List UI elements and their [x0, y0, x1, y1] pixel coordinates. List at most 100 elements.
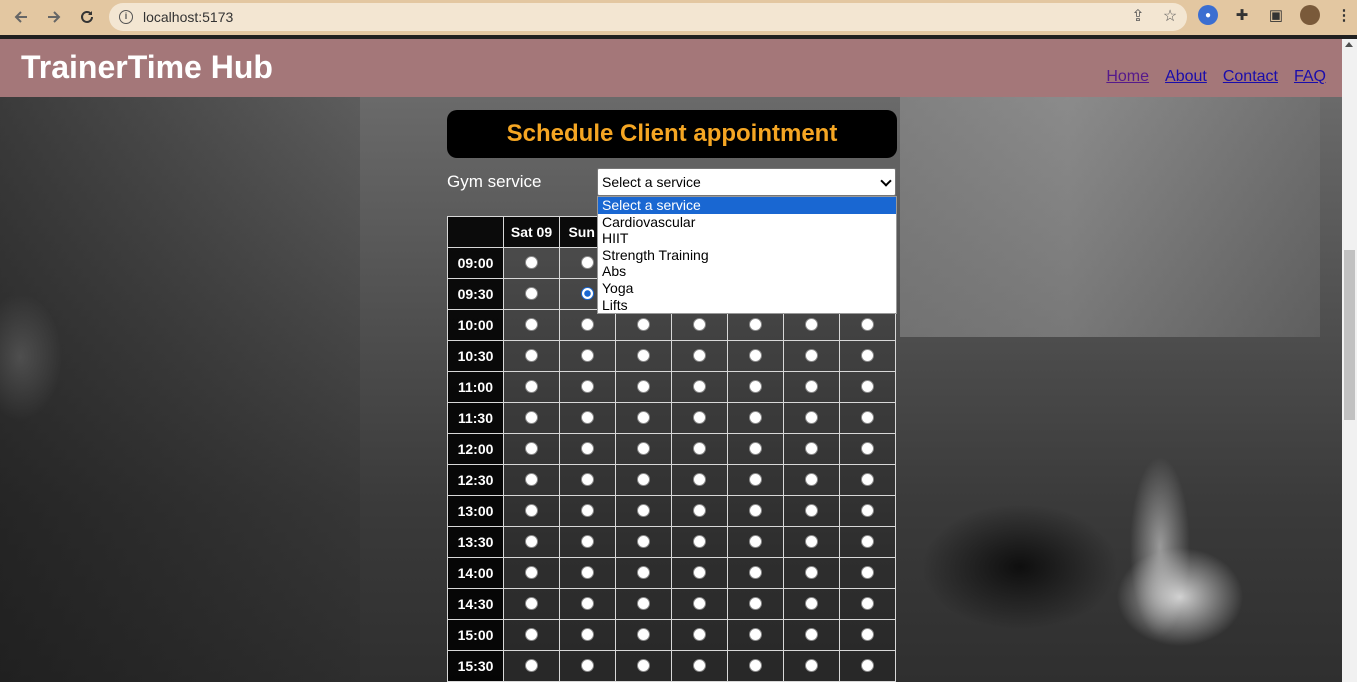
time-slot-radio[interactable]: [749, 380, 762, 394]
time-slot-radio[interactable]: [637, 380, 650, 394]
time-slot-radio[interactable]: [637, 411, 650, 425]
time-slot-radio[interactable]: [749, 411, 762, 425]
time-slot-radio[interactable]: [749, 318, 762, 332]
time-slot-radio[interactable]: [525, 659, 538, 673]
time-slot-radio[interactable]: [581, 318, 594, 332]
time-slot-radio[interactable]: [525, 256, 538, 270]
time-slot-radio[interactable]: [861, 659, 874, 673]
time-slot-radio[interactable]: [861, 349, 874, 363]
time-slot-radio[interactable]: [637, 597, 650, 611]
time-slot-radio[interactable]: [637, 535, 650, 549]
time-slot-radio[interactable]: [805, 318, 818, 332]
time-slot-radio[interactable]: [693, 628, 706, 642]
time-slot-radio[interactable]: [861, 380, 874, 394]
service-option-lifts[interactable]: Lifts: [598, 297, 896, 314]
time-slot-radio[interactable]: [805, 349, 818, 363]
time-slot-radio[interactable]: [581, 442, 594, 456]
time-slot-radio[interactable]: [525, 318, 538, 332]
time-slot-radio[interactable]: [637, 473, 650, 487]
time-slot-radio[interactable]: [637, 659, 650, 673]
time-slot-radio[interactable]: [749, 349, 762, 363]
time-slot-radio[interactable]: [581, 256, 594, 270]
time-slot-radio[interactable]: [581, 349, 594, 363]
service-option-cardiovascular[interactable]: Cardiovascular: [598, 214, 896, 231]
time-slot-radio[interactable]: [525, 566, 538, 580]
time-slot-radio[interactable]: [693, 349, 706, 363]
service-option-abs[interactable]: Abs: [598, 263, 896, 280]
time-slot-radio[interactable]: [581, 287, 594, 301]
time-slot-radio[interactable]: [525, 380, 538, 394]
time-slot-radio[interactable]: [581, 566, 594, 580]
time-slot-radio[interactable]: [749, 504, 762, 518]
time-slot-radio[interactable]: [637, 318, 650, 332]
time-slot-radio[interactable]: [693, 659, 706, 673]
time-slot-radio[interactable]: [525, 504, 538, 518]
time-slot-radio[interactable]: [525, 535, 538, 549]
nav-link-contact[interactable]: Contact: [1223, 68, 1278, 86]
time-slot-radio[interactable]: [805, 442, 818, 456]
time-slot-radio[interactable]: [525, 473, 538, 487]
time-slot-radio[interactable]: [693, 535, 706, 549]
side-panel-icon[interactable]: ▣: [1266, 5, 1286, 25]
time-slot-radio[interactable]: [693, 566, 706, 580]
time-slot-radio[interactable]: [749, 597, 762, 611]
time-slot-radio[interactable]: [581, 411, 594, 425]
service-option-select[interactable]: Select a service: [598, 197, 896, 214]
reload-icon[interactable]: [75, 5, 99, 29]
time-slot-radio[interactable]: [805, 411, 818, 425]
time-slot-radio[interactable]: [805, 659, 818, 673]
bookmark-star-icon[interactable]: ☆: [1161, 7, 1179, 25]
time-slot-radio[interactable]: [805, 535, 818, 549]
time-slot-radio[interactable]: [805, 473, 818, 487]
time-slot-radio[interactable]: [693, 411, 706, 425]
time-slot-radio[interactable]: [581, 535, 594, 549]
nav-link-faq[interactable]: FAQ: [1294, 68, 1326, 86]
time-slot-radio[interactable]: [749, 566, 762, 580]
time-slot-radio[interactable]: [749, 628, 762, 642]
time-slot-radio[interactable]: [581, 659, 594, 673]
time-slot-radio[interactable]: [581, 597, 594, 611]
time-slot-radio[interactable]: [581, 504, 594, 518]
share-icon[interactable]: ⇪: [1129, 7, 1147, 25]
time-slot-radio[interactable]: [861, 628, 874, 642]
time-slot-radio[interactable]: [861, 411, 874, 425]
time-slot-radio[interactable]: [861, 535, 874, 549]
time-slot-radio[interactable]: [637, 349, 650, 363]
time-slot-radio[interactable]: [693, 473, 706, 487]
time-slot-radio[interactable]: [637, 504, 650, 518]
address-bar[interactable]: i localhost:5173 ⇪ ☆: [109, 3, 1187, 31]
menu-dots-icon[interactable]: ⋮: [1334, 5, 1354, 25]
forward-icon[interactable]: [42, 5, 66, 29]
time-slot-radio[interactable]: [805, 380, 818, 394]
puzzle-icon[interactable]: ✚: [1232, 5, 1252, 25]
time-slot-radio[interactable]: [805, 504, 818, 518]
service-option-yoga[interactable]: Yoga: [598, 280, 896, 297]
nav-link-home[interactable]: Home: [1106, 68, 1149, 86]
site-info-icon[interactable]: i: [119, 10, 133, 24]
time-slot-radio[interactable]: [805, 628, 818, 642]
time-slot-radio[interactable]: [525, 442, 538, 456]
time-slot-radio[interactable]: [861, 504, 874, 518]
profile-avatar[interactable]: [1300, 5, 1320, 25]
time-slot-radio[interactable]: [581, 628, 594, 642]
time-slot-radio[interactable]: [525, 628, 538, 642]
service-option-hiit[interactable]: HIIT: [598, 230, 896, 247]
time-slot-radio[interactable]: [749, 535, 762, 549]
time-slot-radio[interactable]: [805, 566, 818, 580]
time-slot-radio[interactable]: [693, 318, 706, 332]
time-slot-radio[interactable]: [749, 659, 762, 673]
gym-service-select[interactable]: Select a service: [597, 168, 896, 196]
scrollbar-thumb[interactable]: [1344, 250, 1355, 420]
time-slot-radio[interactable]: [637, 566, 650, 580]
time-slot-radio[interactable]: [861, 566, 874, 580]
extension-icon[interactable]: ●: [1198, 5, 1218, 25]
time-slot-radio[interactable]: [861, 597, 874, 611]
gym-service-dropdown-list[interactable]: Select a service Cardiovascular HIIT Str…: [597, 196, 897, 314]
time-slot-radio[interactable]: [525, 349, 538, 363]
time-slot-radio[interactable]: [693, 380, 706, 394]
time-slot-radio[interactable]: [525, 597, 538, 611]
scroll-up-arrow-icon[interactable]: [1345, 42, 1353, 47]
time-slot-radio[interactable]: [637, 442, 650, 456]
time-slot-radio[interactable]: [581, 473, 594, 487]
time-slot-radio[interactable]: [805, 597, 818, 611]
